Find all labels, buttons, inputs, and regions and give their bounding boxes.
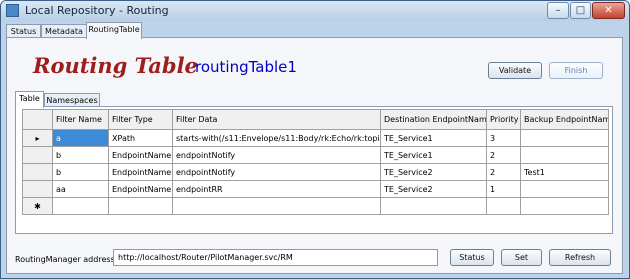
routing-window: Local Repository - Routing – □ ✕ Status … [0, 0, 630, 279]
column-header-filter-type[interactable]: Filter Type [108, 109, 173, 130]
table-row[interactable]: b EndpointName endpointNotify TE_Service… [22, 163, 609, 181]
row-header-corner [22, 109, 53, 130]
column-header-backup[interactable]: Backup EndpointName [520, 109, 609, 130]
tab-namespaces[interactable]: Namespaces [44, 93, 100, 107]
new-cell-destination[interactable] [380, 197, 487, 215]
row-header[interactable] [22, 163, 53, 181]
maximize-button[interactable]: □ [570, 2, 591, 19]
cell-destination[interactable]: TE_Service1 [380, 129, 487, 147]
set-button[interactable]: Set [501, 249, 542, 266]
refresh-button[interactable]: Refresh [549, 249, 611, 266]
cell-destination[interactable]: TE_Service2 [380, 180, 487, 198]
grid-header-row: Filter Name Filter Type Filter Data Dest… [22, 109, 609, 130]
close-button[interactable]: ✕ [592, 2, 625, 19]
cell-priority[interactable]: 2 [486, 146, 521, 164]
cell-filter-data[interactable]: endpointNotify [172, 163, 381, 181]
table-row[interactable]: ▸ a XPath starts-with(/s11:Envelope/s11:… [22, 129, 609, 147]
cell-priority[interactable]: 3 [486, 129, 521, 147]
tab-routingtable[interactable]: RoutingTable [86, 22, 142, 39]
window-title: Local Repository - Routing [25, 4, 169, 17]
column-header-filter-data[interactable]: Filter Data [172, 109, 381, 130]
app-icon [6, 4, 19, 17]
new-table-row[interactable]: ✱ [22, 197, 609, 215]
routing-manager-address-label: RoutingManager address: [15, 255, 118, 264]
current-row-indicator-icon[interactable]: ▸ [22, 129, 53, 147]
tab-status[interactable]: Status [6, 24, 41, 38]
cell-filter-type[interactable]: XPath [108, 129, 173, 147]
cell-backup[interactable]: Test1 [520, 163, 609, 181]
routing-manager-address-input[interactable]: http://localhost/Router/PilotManager.svc… [113, 249, 438, 266]
routing-grid: Filter Name Filter Type Filter Data Dest… [22, 109, 609, 215]
table-row[interactable]: b EndpointName endpointNotify TE_Service… [22, 146, 609, 164]
cell-priority[interactable]: 2 [486, 163, 521, 181]
cell-filter-name[interactable]: a [52, 129, 109, 147]
cell-backup[interactable] [520, 180, 609, 198]
cell-destination[interactable]: TE_Service1 [380, 146, 487, 164]
status-button[interactable]: Status [450, 249, 494, 266]
cell-backup[interactable] [520, 129, 609, 147]
row-header[interactable] [22, 146, 53, 164]
cell-filter-type[interactable]: EndpointName [108, 163, 173, 181]
title-bar[interactable]: Local Repository - Routing – □ ✕ [1, 1, 629, 21]
new-cell-priority[interactable] [486, 197, 521, 215]
cell-backup[interactable] [520, 146, 609, 164]
table-row[interactable]: aa EndpointName endpointRR TE_Service2 1 [22, 180, 609, 198]
cell-filter-name[interactable]: b [52, 163, 109, 181]
validate-button[interactable]: Validate [488, 62, 542, 79]
new-cell-filter-name[interactable] [52, 197, 109, 215]
cell-priority[interactable]: 1 [486, 180, 521, 198]
row-header[interactable] [22, 180, 53, 198]
cell-filter-name[interactable]: aa [52, 180, 109, 198]
tab-metadata[interactable]: Metadata [41, 24, 87, 38]
column-header-filter-name[interactable]: Filter Name [52, 109, 109, 130]
new-cell-backup[interactable] [520, 197, 609, 215]
finish-button[interactable]: Finish [549, 62, 603, 79]
grid-frame: Filter Name Filter Type Filter Data Dest… [15, 106, 613, 234]
routing-table-panel: Routing Table routingTable1 Validate Fin… [6, 37, 623, 274]
column-header-priority[interactable]: Priority [486, 109, 521, 130]
cell-filter-data[interactable]: starts-with(/s11:Envelope/s11:Body/rk:Ec… [172, 129, 381, 147]
minimize-button[interactable]: – [547, 2, 569, 19]
cell-destination[interactable]: TE_Service2 [380, 163, 487, 181]
new-cell-filter-type[interactable] [108, 197, 173, 215]
tab-table[interactable]: Table [15, 91, 44, 108]
cell-filter-type[interactable]: EndpointName [108, 180, 173, 198]
cell-filter-type[interactable]: EndpointName [108, 146, 173, 164]
page-title: Routing Table [33, 53, 198, 78]
routing-table-name: routingTable1 [195, 58, 297, 76]
cell-filter-name[interactable]: b [52, 146, 109, 164]
column-header-destination[interactable]: Destination EndpointName [380, 109, 487, 130]
cell-filter-data[interactable]: endpointNotify [172, 146, 381, 164]
new-cell-filter-data[interactable] [172, 197, 381, 215]
cell-filter-data[interactable]: endpointRR [172, 180, 381, 198]
new-row-asterisk-icon[interactable]: ✱ [22, 197, 53, 215]
